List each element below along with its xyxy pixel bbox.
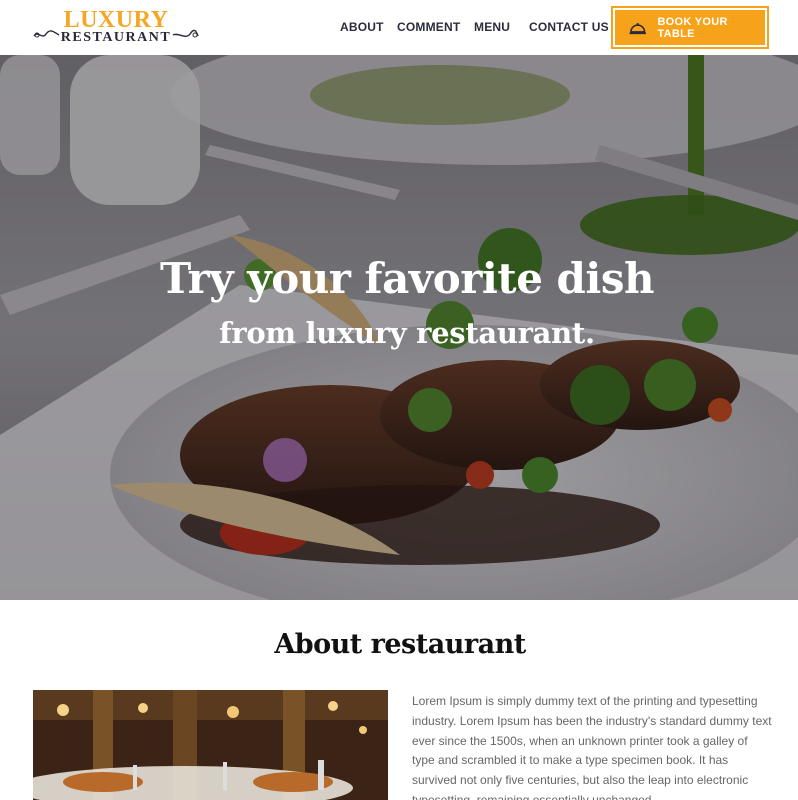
flourish-right-icon bbox=[172, 29, 199, 38]
nav-menu[interactable]: MENU bbox=[474, 20, 510, 36]
restaurant-interior-image bbox=[33, 690, 388, 800]
hero-title: Try your favorite dish bbox=[159, 254, 655, 303]
book-table-button[interactable]: BOOK YOUR TABLE bbox=[611, 6, 769, 49]
hero-banner: Try your favorite dish from luxury resta… bbox=[0, 55, 798, 600]
about-description: Lorem Ipsum is simply dummy text of the … bbox=[412, 694, 772, 800]
book-table-label: BOOK YOUR TABLE bbox=[657, 15, 728, 40]
nav-comment[interactable]: COMMENT bbox=[397, 20, 460, 36]
logo[interactable]: LUXURY RESTAURANT bbox=[32, 8, 200, 48]
restaurant-interior-photo bbox=[33, 690, 388, 800]
about-heading: About restaurant bbox=[274, 629, 526, 660]
hero-subtitle: from luxury restaurant. bbox=[219, 316, 595, 350]
cloche-icon bbox=[629, 22, 646, 34]
nav-contact-us[interactable]: CONTACT US bbox=[529, 20, 609, 36]
nav-about[interactable]: ABOUT bbox=[340, 20, 384, 36]
site-header: LUXURY RESTAURANT ABOUT COMMENT MENU CON… bbox=[0, 0, 798, 55]
